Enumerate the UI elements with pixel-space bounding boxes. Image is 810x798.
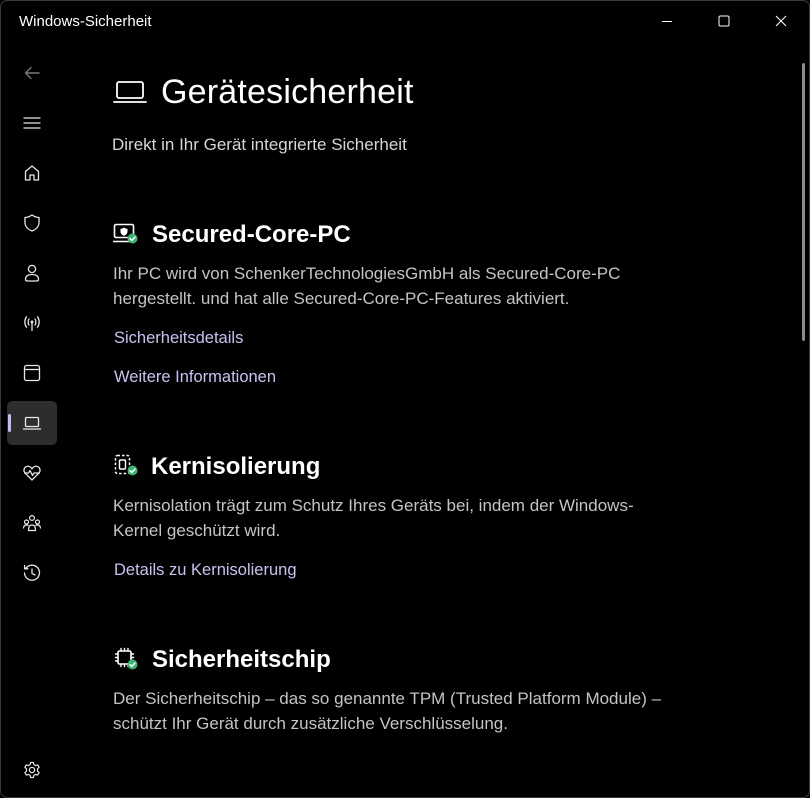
minimize-button[interactable] (639, 1, 695, 41)
laptop-icon (113, 81, 147, 103)
section-title-security-chip: Sicherheitschip (152, 646, 331, 673)
security-chip-icon (114, 647, 138, 670)
description-line: hergestellt. und hat alle Secured-Core-P… (113, 289, 570, 308)
description-line: schützt Ihr Gerät durch zusätzliche Vers… (113, 714, 508, 733)
window-title: Windows-Sicherheit (19, 13, 152, 30)
section-description-security-chip: Der Sicherheitschip – das so genannte TP… (113, 686, 713, 736)
page-title: Gerätesicherheit (161, 73, 414, 111)
maximize-button[interactable] (696, 1, 752, 41)
description-line: Kernel geschützt wird. (113, 521, 281, 540)
title-bar: Windows-Sicherheit (1, 1, 809, 43)
description-line: Der Sicherheitschip – das so genannte TP… (113, 689, 662, 708)
main-content: Gerätesicherheit Direkt in Ihr Gerät int… (1, 43, 809, 797)
minimize-icon (662, 21, 672, 22)
maximize-icon (718, 15, 730, 27)
core-isolation-details-link[interactable]: Details zu Kernisolierung (114, 561, 297, 580)
close-button[interactable] (753, 1, 809, 41)
app-window: Windows-Sicherheit Gerätesicherheit Dire… (0, 0, 810, 798)
core-isolation-icon (114, 454, 138, 476)
section-description-core-isolation: Kernisolation trägt zum Schutz Ihres Ger… (113, 493, 713, 543)
page-subtitle: Direkt in Ihr Gerät integrierte Sicherhe… (112, 135, 407, 154)
section-description-secured-core-pc: Ihr PC wird von SchenkerTechnologiesGmbH… (113, 261, 713, 311)
description-line: Kernisolation trägt zum Schutz Ihres Ger… (113, 496, 634, 515)
section-title-core-isolation: Kernisolierung (151, 453, 321, 480)
secured-core-pc-icon (113, 223, 138, 244)
section-title-secured-core-pc: Secured-Core-PC (152, 221, 351, 248)
close-icon (775, 15, 787, 27)
vertical-scrollbar[interactable] (802, 63, 805, 341)
security-details-link[interactable]: Sicherheitsdetails (114, 329, 243, 348)
more-information-link[interactable]: Weitere Informationen (114, 368, 276, 387)
description-line: Ihr PC wird von SchenkerTechnologiesGmbH… (113, 264, 621, 283)
